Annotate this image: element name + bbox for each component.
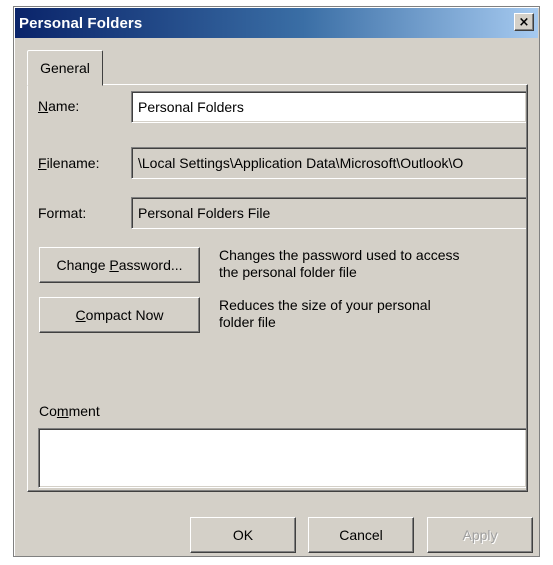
general-tab-panel (27, 84, 528, 492)
tab-general-label: General (40, 60, 90, 76)
personal-folders-dialog: Personal Folders × General Name: Persona… (13, 6, 540, 557)
window-title: Personal Folders (19, 14, 143, 32)
apply-button[interactable]: Apply (427, 517, 533, 553)
apply-button-label: Apply (462, 527, 498, 543)
cancel-button[interactable]: Cancel (308, 517, 414, 553)
close-button[interactable]: × (514, 13, 534, 31)
ok-button[interactable]: OK (190, 517, 296, 553)
title-bar[interactable]: Personal Folders × (15, 8, 538, 38)
tab-general[interactable]: General (27, 50, 103, 86)
ok-button-label: OK (232, 527, 254, 543)
cancel-button-label: Cancel (339, 527, 383, 543)
close-icon: × (518, 14, 530, 30)
